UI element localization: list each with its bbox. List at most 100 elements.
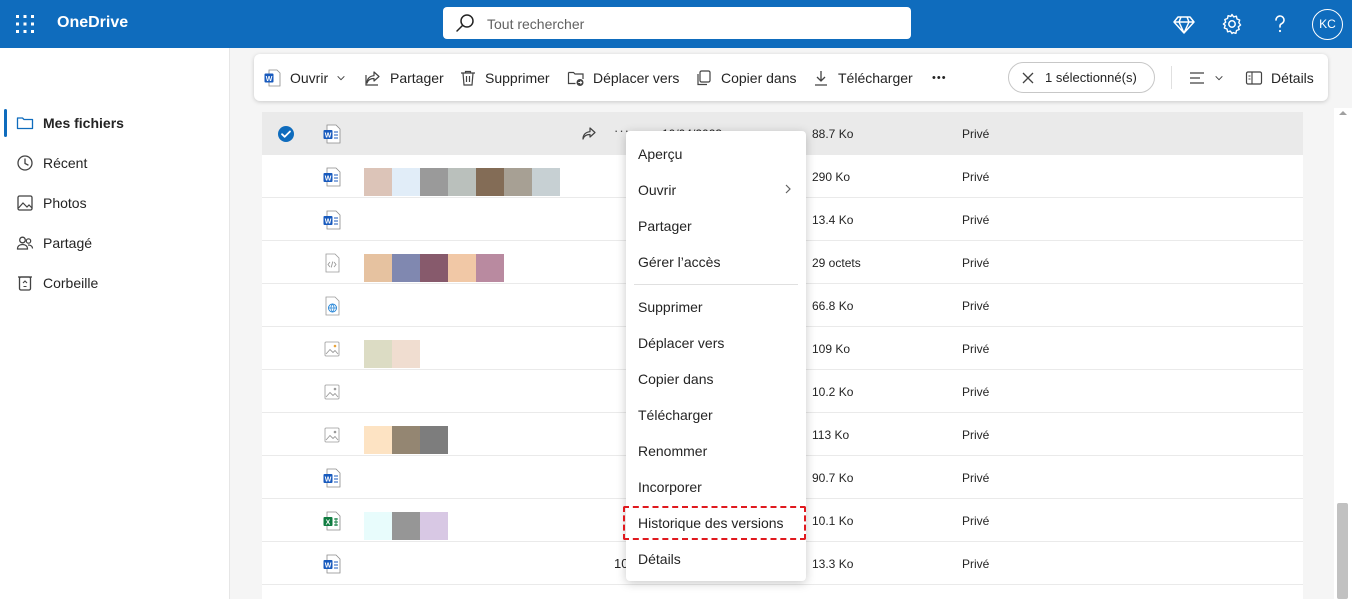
nav-item-label: Corbeille xyxy=(43,275,99,291)
more-commands-button[interactable]: ••• xyxy=(932,54,947,101)
delete-button[interactable]: Supprimer xyxy=(459,54,550,101)
app-launcher-icon[interactable] xyxy=(14,13,36,35)
nav-item-my-files[interactable]: Mes fichiers xyxy=(0,105,229,141)
left-navigation: Mes fichiers Récent Photos Partagé Corbe… xyxy=(0,48,230,599)
menu-item-label: Ouvrir xyxy=(638,182,677,198)
share-icon xyxy=(365,70,380,86)
image-file-icon xyxy=(324,341,340,357)
sharing-status: Privé xyxy=(962,428,990,442)
nav-item-shared[interactable]: Partagé xyxy=(0,225,229,261)
photo-icon xyxy=(17,195,33,211)
selected-check-icon[interactable] xyxy=(277,125,295,143)
search-icon xyxy=(456,14,474,32)
svg-text:W: W xyxy=(325,476,332,483)
settings-gear-icon[interactable] xyxy=(1220,12,1244,36)
help-icon[interactable] xyxy=(1268,12,1292,36)
svg-text:X: X xyxy=(326,519,331,526)
nav-item-recycle-bin[interactable]: Corbeille xyxy=(0,265,229,301)
file-size: 109 Ko xyxy=(812,342,851,356)
nav-item-label: Mes fichiers xyxy=(43,115,124,131)
file-size: 10.1 Ko xyxy=(812,514,854,528)
excel-file-icon: X xyxy=(323,511,341,531)
menu-item-rename[interactable]: Renommer xyxy=(626,433,806,469)
menu-item-share[interactable]: Partager xyxy=(626,208,806,244)
move-to-button[interactable]: Déplacer vers xyxy=(567,54,679,101)
blurred-file-name xyxy=(364,168,560,196)
menu-item-label: Copier dans xyxy=(638,371,714,387)
account-avatar[interactable]: KC xyxy=(1312,9,1343,40)
menu-item-label: Gérer l’accès xyxy=(638,254,721,270)
selection-count-button[interactable]: 1 sélectionné(s) xyxy=(1008,62,1155,93)
sharing-status: Privé xyxy=(962,471,990,485)
trash-icon xyxy=(461,70,475,86)
open-label: Ouvrir xyxy=(290,69,329,86)
file-size: 10.2 Ko xyxy=(812,385,854,399)
top-bar: OneDrive Tout rechercher KC xyxy=(0,0,1352,48)
code-file-icon xyxy=(325,253,340,273)
word-file-icon: W xyxy=(323,167,341,187)
download-button[interactable]: Télécharger xyxy=(812,54,913,101)
menu-item-copy-to[interactable]: Copier dans xyxy=(626,361,806,397)
details-label: Détails xyxy=(1271,69,1314,86)
sharing-status: Privé xyxy=(962,127,990,141)
delete-label: Supprimer xyxy=(485,69,550,86)
open-button[interactable]: W Ouvrir xyxy=(264,54,346,101)
move-folder-icon xyxy=(567,71,584,86)
nav-item-photos[interactable]: Photos xyxy=(0,185,229,221)
sharing-status: Privé xyxy=(962,342,990,356)
file-size: 88.7 Ko xyxy=(812,127,854,141)
search-placeholder: Tout rechercher xyxy=(487,16,585,32)
download-label: Télécharger xyxy=(838,69,913,86)
menu-item-details[interactable]: Détails xyxy=(626,541,806,577)
svg-text:W: W xyxy=(325,132,332,139)
menu-separator xyxy=(634,284,798,285)
share-button[interactable]: Partager xyxy=(364,54,444,101)
command-bar: W Ouvrir Partager Supprimer Déplacer ver… xyxy=(254,54,1328,101)
image-file-icon xyxy=(324,427,340,443)
menu-item-move-to[interactable]: Déplacer vers xyxy=(626,325,806,361)
toolbar-divider xyxy=(1171,66,1172,89)
sharing-status: Privé xyxy=(962,256,990,270)
sharing-status: Privé xyxy=(962,514,990,528)
nav-item-label: Photos xyxy=(43,195,87,211)
app-name[interactable]: OneDrive xyxy=(57,14,128,32)
blurred-file-name xyxy=(364,512,448,540)
sharing-status: Privé xyxy=(962,213,990,227)
scrollbar-thumb[interactable] xyxy=(1337,503,1348,599)
menu-item-label: Aperçu xyxy=(638,146,683,162)
menu-item-label: Incorporer xyxy=(638,479,702,495)
nav-item-recent[interactable]: Récent xyxy=(0,145,229,181)
file-size: 90.7 Ko xyxy=(812,471,854,485)
menu-item-delete[interactable]: Supprimer xyxy=(626,289,806,325)
image-file-icon xyxy=(324,384,340,400)
file-size: 13.4 Ko xyxy=(812,213,854,227)
copy-icon xyxy=(697,69,711,85)
svg-text:W: W xyxy=(325,218,332,225)
scroll-up-arrow-icon[interactable] xyxy=(1338,108,1348,118)
selection-count-label: 1 sélectionné(s) xyxy=(1045,70,1137,85)
file-size: 113 Ko xyxy=(812,428,850,442)
premium-diamond-icon[interactable] xyxy=(1172,12,1196,36)
menu-item-label: Renommer xyxy=(638,443,708,459)
svg-text:W: W xyxy=(266,75,273,82)
chevron-right-icon xyxy=(785,184,791,194)
details-button[interactable]: Détails xyxy=(1245,54,1314,101)
blurred-file-name xyxy=(364,340,420,368)
menu-item-embed[interactable]: Incorporer xyxy=(626,469,806,505)
view-options-button[interactable] xyxy=(1188,54,1224,101)
word-file-icon: W xyxy=(323,124,341,144)
menu-item-label: Supprimer xyxy=(638,299,703,315)
copy-to-button[interactable]: Copier dans xyxy=(695,54,797,101)
menu-item-download[interactable]: Télécharger xyxy=(626,397,806,433)
menu-item-open[interactable]: Ouvrir xyxy=(626,172,806,208)
folder-icon xyxy=(16,117,34,130)
menu-item-preview[interactable]: Aperçu xyxy=(626,136,806,172)
share-icon[interactable] xyxy=(580,125,598,143)
file-size: 13.3 Ko xyxy=(812,557,854,571)
menu-item-manage-access[interactable]: Gérer l’accès xyxy=(626,244,806,280)
recycle-bin-icon xyxy=(18,276,32,291)
menu-item-label: Détails xyxy=(638,551,681,567)
menu-item-label: Déplacer vers xyxy=(638,335,725,351)
search-box[interactable]: Tout rechercher xyxy=(443,7,911,39)
svg-text:W: W xyxy=(325,562,332,569)
